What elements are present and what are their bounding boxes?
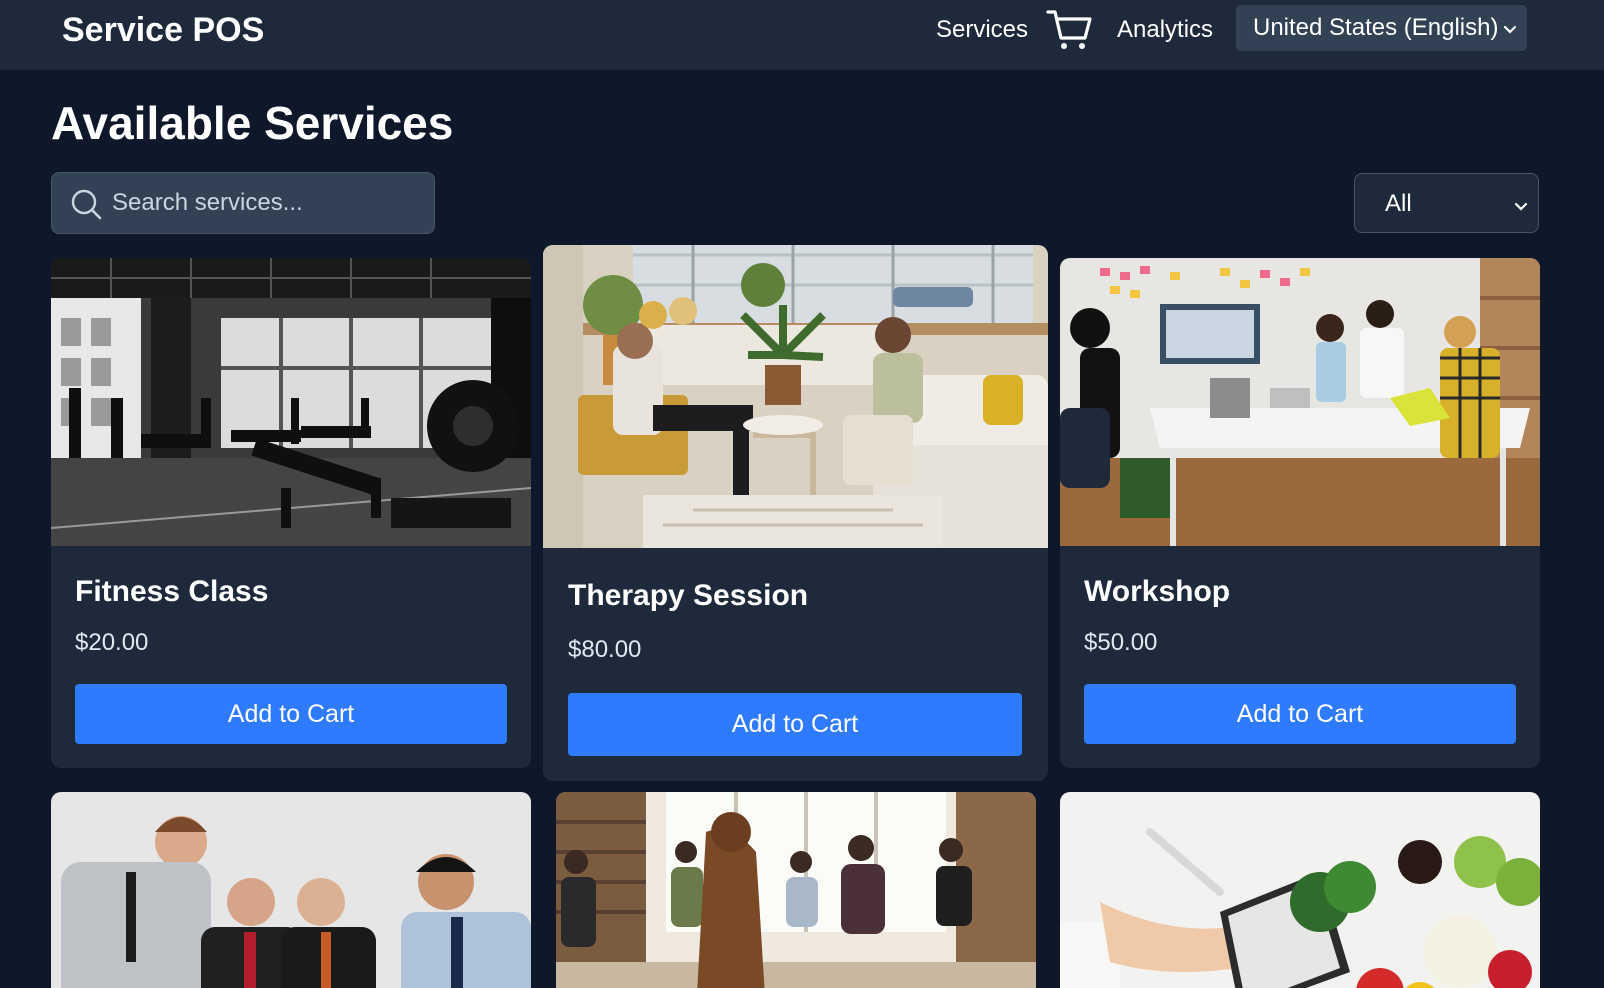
top-navigation-bar: Service POS Services Analytics United St…	[0, 0, 1604, 70]
yoga-class-photo	[556, 792, 1036, 988]
service-card	[51, 792, 531, 988]
add-to-cart-button[interactable]: Add to Cart	[75, 684, 507, 744]
gym-photo	[51, 258, 531, 546]
shopping-cart-icon[interactable]	[1046, 6, 1094, 54]
search-input[interactable]	[112, 183, 422, 223]
nutrition-photo	[1060, 792, 1540, 988]
add-to-cart-button[interactable]: Add to Cart	[1084, 684, 1516, 744]
chevron-down-icon	[1503, 22, 1517, 34]
search-field[interactable]	[51, 172, 435, 234]
service-price: $80.00	[568, 636, 642, 663]
service-price: $20.00	[75, 629, 149, 656]
brand-logo-text[interactable]: Service POS	[62, 9, 264, 51]
language-select[interactable]: United States (English)	[1236, 5, 1527, 51]
service-name: Therapy Session	[568, 579, 809, 612]
chevron-down-icon	[1514, 199, 1528, 211]
service-card-workshop: Workshop $50.00 Add to Cart	[1060, 258, 1540, 768]
page-title: Available Services	[51, 97, 454, 149]
business-meeting-photo	[51, 792, 531, 988]
nav-services-link[interactable]: Services	[936, 14, 1028, 46]
search-icon	[70, 188, 102, 220]
service-price: $50.00	[1084, 629, 1158, 656]
service-card	[1060, 792, 1540, 988]
service-name: Workshop	[1084, 575, 1231, 608]
service-card-fitness-class: Fitness Class $20.00 Add to Cart	[51, 258, 531, 768]
category-filter-value: All	[1385, 190, 1412, 217]
service-card	[556, 792, 1036, 988]
service-card-therapy-session: Therapy Session $80.00 Add to Cart	[543, 245, 1048, 781]
office-meeting-photo	[1060, 258, 1540, 546]
language-select-value: United States (English)	[1253, 14, 1499, 41]
service-name: Fitness Class	[75, 575, 269, 608]
nav-analytics-link[interactable]: Analytics	[1117, 14, 1213, 46]
category-filter-select[interactable]: All	[1354, 173, 1539, 233]
add-to-cart-button[interactable]: Add to Cart	[568, 693, 1022, 756]
therapy-room-photo	[543, 245, 1048, 548]
